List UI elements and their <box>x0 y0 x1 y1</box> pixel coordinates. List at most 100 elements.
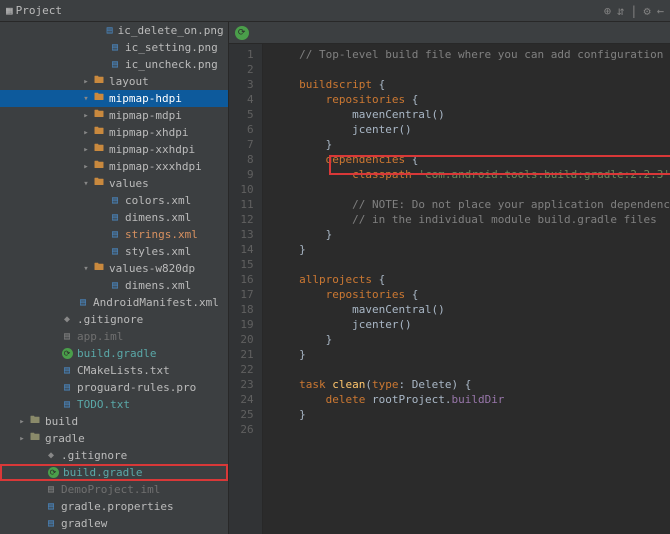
tree-item-label: CMakeLists.txt <box>77 364 170 377</box>
code-line-7[interactable]: } <box>273 137 670 152</box>
tree-item-dimens-xml[interactable]: ▤dimens.xml <box>0 209 228 226</box>
tree-item-build[interactable]: ▸🖿build <box>0 413 228 430</box>
tree-item-gradlew[interactable]: ▤gradlew <box>0 515 228 532</box>
code-line-21[interactable]: } <box>273 347 670 362</box>
project-icon: ▦ <box>6 4 13 17</box>
expand-arrow-icon[interactable]: ▸ <box>80 162 92 172</box>
toolbar-icons: ⊕ ⇵ | ⚙ ← <box>604 4 664 18</box>
line-number: 14 <box>229 242 254 257</box>
tree-item-values[interactable]: ▾🖿values <box>0 175 228 192</box>
tree-item--gitignore[interactable]: ◆.gitignore <box>0 311 228 328</box>
code-line-2[interactable] <box>273 62 670 77</box>
code-line-18[interactable]: mavenCentral() <box>273 302 670 317</box>
tree-item-mipmap-mdpi[interactable]: ▸🖿mipmap-mdpi <box>0 107 228 124</box>
line-number: 26 <box>229 422 254 437</box>
code-line-13[interactable]: } <box>273 227 670 242</box>
tree-item-styles-xml[interactable]: ▤styles.xml <box>0 243 228 260</box>
code-line-26[interactable] <box>273 422 670 437</box>
expand-arrow-icon[interactable]: ▸ <box>80 145 92 155</box>
code-line-12[interactable]: // in the individual module build.gradle… <box>273 212 670 227</box>
code-line-10[interactable] <box>273 182 670 197</box>
code-line-24[interactable]: delete rootProject.buildDir <box>273 392 670 407</box>
code-line-17[interactable]: repositories { <box>273 287 670 302</box>
gradle-tab-icon[interactable]: ⟳ <box>235 26 249 40</box>
tree-item-proguard-rules-pro[interactable]: ▤proguard-rules.pro <box>0 379 228 396</box>
file-blue-icon: ▤ <box>60 364 74 378</box>
tree-item-mipmap-xhdpi[interactable]: ▸🖿mipmap-xhdpi <box>0 124 228 141</box>
gear-icon[interactable]: ⚙ <box>644 4 651 18</box>
code-line-11[interactable]: // NOTE: Do not place your application d… <box>273 197 670 212</box>
tree-item-mipmap-hdpi[interactable]: ▾🖿mipmap-hdpi <box>0 90 228 107</box>
expand-arrow-icon[interactable]: ▾ <box>80 94 92 104</box>
tree-item--gitignore[interactable]: ◆.gitignore <box>0 447 228 464</box>
code-line-25[interactable]: } <box>273 407 670 422</box>
code-line-4[interactable]: repositories { <box>273 92 670 107</box>
file-gray-icon: ▤ <box>44 483 58 497</box>
line-number: 22 <box>229 362 254 377</box>
line-number: 6 <box>229 122 254 137</box>
tree-item-ic-setting-png[interactable]: ▤ic_setting.png <box>0 39 228 56</box>
tree-item-label: colors.xml <box>125 194 191 207</box>
tree-item-label: dimens.xml <box>125 279 191 292</box>
code-line-20[interactable]: } <box>273 332 670 347</box>
project-tree[interactable]: ▤ic_delete_on.png▤ic_setting.png▤ic_unch… <box>0 22 229 534</box>
code-line-23[interactable]: task clean(type: Delete) { <box>273 377 670 392</box>
code-editor[interactable]: 1234567891011121314151617181920212223242… <box>229 44 670 534</box>
tree-item-strings-xml[interactable]: ▤strings.xml <box>0 226 228 243</box>
code-line-3[interactable]: buildscript { <box>273 77 670 92</box>
file-blue-icon: ▤ <box>76 296 90 310</box>
expand-arrow-icon[interactable]: ▸ <box>80 128 92 138</box>
tree-item-app-iml[interactable]: ▤app.iml <box>0 328 228 345</box>
tree-item-mipmap-xxxhdpi[interactable]: ▸🖿mipmap-xxxhdpi <box>0 158 228 175</box>
code-line-14[interactable]: } <box>273 242 670 257</box>
code-line-5[interactable]: mavenCentral() <box>273 107 670 122</box>
tree-item-ic-delete-on-png[interactable]: ▤ic_delete_on.png <box>0 22 228 39</box>
line-number: 18 <box>229 302 254 317</box>
tree-item-ic-uncheck-png[interactable]: ▤ic_uncheck.png <box>0 56 228 73</box>
tree-item-mipmap-xxhdpi[interactable]: ▸🖿mipmap-xxhdpi <box>0 141 228 158</box>
tree-item-layout[interactable]: ▸🖿layout <box>0 73 228 90</box>
tree-item-build-gradle[interactable]: ⟳build.gradle <box>0 345 228 362</box>
expand-arrow-icon[interactable]: ▸ <box>80 77 92 87</box>
tree-item-todo-txt[interactable]: ▤TODO.txt <box>0 396 228 413</box>
tree-item-values-w820dp[interactable]: ▾🖿values-w820dp <box>0 260 228 277</box>
tree-item-label: .gitignore <box>61 449 127 462</box>
line-number: 11 <box>229 197 254 212</box>
tree-item-gradle-properties[interactable]: ▤gradle.properties <box>0 498 228 515</box>
minimize-icon[interactable]: ← <box>657 4 664 18</box>
code-line-19[interactable]: jcenter() <box>273 317 670 332</box>
tree-item-colors-xml[interactable]: ▤colors.xml <box>0 192 228 209</box>
expand-arrow-icon[interactable]: ▸ <box>80 111 92 121</box>
expand-arrow-icon[interactable]: ▸ <box>16 434 28 444</box>
file-blue-icon: ▤ <box>108 58 122 72</box>
code-line-16[interactable]: allprojects { <box>273 272 670 287</box>
line-number: 2 <box>229 62 254 77</box>
line-number: 8 <box>229 152 254 167</box>
folder-orange-icon: 🖿 <box>92 262 106 276</box>
tree-item-label: gradlew <box>61 517 107 530</box>
expand-arrow-icon[interactable]: ▾ <box>80 264 92 274</box>
expand-arrow-icon[interactable]: ▸ <box>16 417 28 427</box>
line-number: 5 <box>229 107 254 122</box>
code-area[interactable]: // Top-level build file where you can ad… <box>263 44 670 534</box>
code-line-22[interactable] <box>273 362 670 377</box>
tree-item-cmakelists-txt[interactable]: ▤CMakeLists.txt <box>0 362 228 379</box>
tree-item-gradle[interactable]: ▸🖿gradle <box>0 430 228 447</box>
line-number: 7 <box>229 137 254 152</box>
code-line-6[interactable]: jcenter() <box>273 122 670 137</box>
line-number: 17 <box>229 287 254 302</box>
code-line-15[interactable] <box>273 257 670 272</box>
tree-item-build-gradle[interactable]: ⟳build.gradle <box>0 464 228 481</box>
expand-arrow-icon[interactable]: ▾ <box>80 179 92 189</box>
code-line-1[interactable]: // Top-level build file where you can ad… <box>273 47 670 62</box>
tree-item-dimens-xml[interactable]: ▤dimens.xml <box>0 277 228 294</box>
collapse-icon[interactable]: ⊕ <box>604 4 611 18</box>
line-number: 16 <box>229 272 254 287</box>
scroll-icon[interactable]: ⇵ <box>617 4 624 18</box>
tree-item-demoproject-iml[interactable]: ▤DemoProject.iml <box>0 481 228 498</box>
tree-item-label: dimens.xml <box>125 211 191 224</box>
tree-item-androidmanifest-xml[interactable]: ▤AndroidManifest.xml <box>0 294 228 311</box>
line-number: 3 <box>229 77 254 92</box>
tree-item-label: ic_uncheck.png <box>125 58 218 71</box>
tree-item-label: AndroidManifest.xml <box>93 296 219 309</box>
